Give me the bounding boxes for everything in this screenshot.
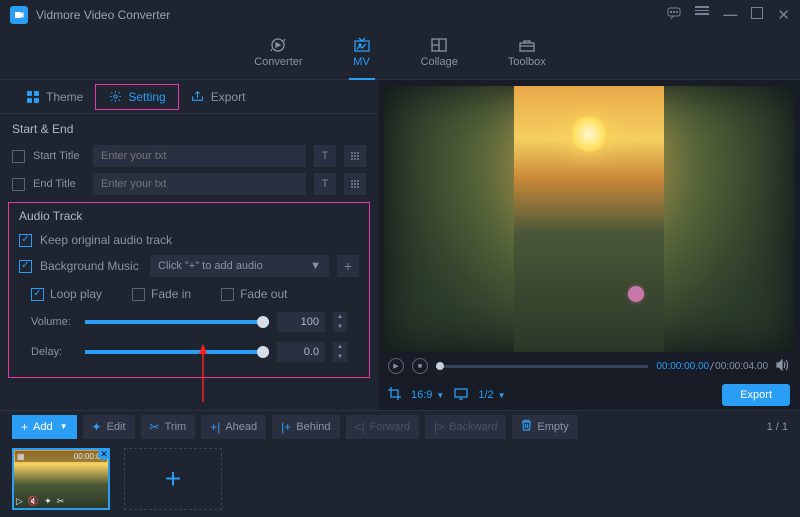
delay-value[interactable]: 0.0 bbox=[277, 342, 325, 362]
behind-button[interactable]: |+Behind bbox=[272, 415, 339, 439]
keep-original-checkbox[interactable] bbox=[19, 234, 32, 247]
thumb-mute-icon[interactable]: 🔇 bbox=[28, 496, 39, 507]
delay-stepper[interactable]: ▲▼ bbox=[333, 342, 347, 362]
tab-setting[interactable]: Setting bbox=[95, 84, 178, 110]
start-title-text-style-button[interactable]: T bbox=[314, 145, 336, 167]
volume-value[interactable]: 100 bbox=[277, 312, 325, 332]
preview-panel: ▶ ■ 00:00:00.00/00:00:04.00 16:9 ▼ 1/2 ▼… bbox=[378, 80, 800, 410]
theme-icon bbox=[26, 90, 40, 104]
clip-strip: ▦00:00:04 ▷ 🔇 ✦ ✂ ✕ + bbox=[0, 442, 800, 514]
seek-bar[interactable] bbox=[436, 365, 648, 368]
bg-music-label: Background Music bbox=[40, 259, 142, 273]
thumb-trim-icon[interactable]: ✂ bbox=[57, 496, 65, 507]
volume-label: Volume: bbox=[31, 316, 77, 328]
volume-icon[interactable] bbox=[776, 359, 790, 374]
plus-icon: + bbox=[165, 463, 181, 495]
menu-icon[interactable] bbox=[695, 6, 709, 24]
add-clip-placeholder[interactable]: + bbox=[124, 448, 222, 510]
bg-music-dropdown[interactable]: Click "+" to add audio ▼ bbox=[150, 255, 329, 277]
chevron-down-icon: ▼ bbox=[310, 260, 321, 272]
edit-button[interactable]: ✦Edit bbox=[83, 415, 135, 439]
bottom-toolbar: +Add▼ ✦Edit ✂Trim +|Ahead |+Behind <|For… bbox=[0, 410, 800, 442]
tab-theme[interactable]: Theme bbox=[14, 84, 95, 110]
end-title-text-style-button[interactable]: T bbox=[314, 173, 336, 195]
start-title-label: Start Title bbox=[33, 150, 85, 162]
wand-icon: ✦ bbox=[92, 420, 102, 434]
page-indicator: 1 / 1 bbox=[767, 421, 788, 433]
titlebar: Vidmore Video Converter — ✕ bbox=[0, 0, 800, 30]
loop-play-toggle[interactable]: Loop play bbox=[31, 287, 102, 301]
volume-slider[interactable] bbox=[85, 320, 269, 324]
feedback-icon[interactable] bbox=[667, 6, 681, 24]
trim-button[interactable]: ✂Trim bbox=[141, 415, 196, 439]
timecode: 00:00:00.00/00:00:04.00 bbox=[656, 361, 768, 372]
export-button[interactable]: Export bbox=[722, 384, 790, 406]
clip-thumbnail[interactable]: ▦00:00:04 ▷ 🔇 ✦ ✂ ✕ bbox=[12, 448, 110, 510]
app-title: Vidmore Video Converter bbox=[36, 8, 667, 22]
end-title-align-button[interactable] bbox=[344, 173, 366, 195]
video-preview[interactable] bbox=[384, 86, 794, 352]
audio-track-section: Audio Track Keep original audio track Ba… bbox=[8, 202, 370, 378]
mv-icon bbox=[353, 37, 371, 53]
converter-icon bbox=[269, 37, 287, 53]
loop-checkbox[interactable] bbox=[31, 288, 44, 301]
fade-in-toggle[interactable]: Fade in bbox=[132, 287, 191, 301]
minimize-button[interactable]: — bbox=[723, 6, 737, 24]
export-icon bbox=[191, 90, 205, 104]
screen-icon[interactable] bbox=[454, 388, 468, 403]
end-title-label: End Title bbox=[33, 178, 85, 190]
thumb-effect-icon[interactable]: ✦ bbox=[44, 496, 52, 507]
add-audio-button[interactable]: + bbox=[337, 255, 359, 277]
bg-music-checkbox[interactable] bbox=[19, 260, 32, 273]
gear-icon bbox=[108, 90, 122, 104]
end-title-input[interactable] bbox=[93, 173, 306, 195]
nav-mv[interactable]: MV bbox=[353, 37, 371, 72]
stop-button[interactable]: ■ bbox=[412, 358, 428, 374]
start-title-align-button[interactable] bbox=[344, 145, 366, 167]
remove-clip-button[interactable]: ✕ bbox=[98, 448, 110, 460]
collage-icon bbox=[430, 37, 448, 53]
nav-converter[interactable]: Converter bbox=[254, 37, 302, 72]
empty-button[interactable]: Empty bbox=[512, 415, 577, 439]
film-icon: ▦ bbox=[17, 452, 25, 461]
delay-slider[interactable] bbox=[85, 350, 269, 354]
annotation-arrow bbox=[196, 344, 210, 404]
ahead-button[interactable]: +|Ahead bbox=[201, 415, 266, 439]
startend-title: Start & End bbox=[0, 114, 378, 142]
end-title-checkbox[interactable] bbox=[12, 178, 25, 191]
nav-collage[interactable]: Collage bbox=[421, 37, 458, 72]
crop-icon[interactable] bbox=[388, 387, 401, 403]
add-button[interactable]: +Add▼ bbox=[12, 415, 77, 439]
keep-original-label: Keep original audio track bbox=[40, 233, 172, 247]
fadein-checkbox[interactable] bbox=[132, 288, 145, 301]
zoom-select[interactable]: 1/2 ▼ bbox=[478, 389, 505, 401]
toolbox-icon bbox=[518, 37, 536, 53]
thumb-play-icon[interactable]: ▷ bbox=[16, 496, 23, 507]
app-logo bbox=[10, 6, 28, 24]
volume-stepper[interactable]: ▲▼ bbox=[333, 312, 347, 332]
audio-title: Audio Track bbox=[13, 209, 365, 229]
forward-button[interactable]: <|Forward bbox=[346, 415, 419, 439]
play-button[interactable]: ▶ bbox=[388, 358, 404, 374]
fadeout-checkbox[interactable] bbox=[221, 288, 234, 301]
fade-out-toggle[interactable]: Fade out bbox=[221, 287, 287, 301]
start-title-input[interactable] bbox=[93, 145, 306, 167]
aspect-ratio-select[interactable]: 16:9 ▼ bbox=[411, 389, 444, 401]
start-title-checkbox[interactable] bbox=[12, 150, 25, 163]
settings-panel: Theme Setting Export Start & End Start T… bbox=[0, 80, 378, 410]
trash-icon bbox=[521, 419, 532, 434]
maximize-button[interactable] bbox=[751, 6, 763, 24]
tab-export[interactable]: Export bbox=[179, 84, 258, 110]
scissors-icon: ✂ bbox=[150, 420, 160, 434]
backward-button[interactable]: |>Backward bbox=[425, 415, 506, 439]
nav-toolbox[interactable]: Toolbox bbox=[508, 37, 546, 72]
close-button[interactable]: ✕ bbox=[777, 6, 790, 24]
top-nav: Converter MV Collage Toolbox bbox=[0, 30, 800, 80]
delay-label: Delay: bbox=[31, 346, 77, 358]
